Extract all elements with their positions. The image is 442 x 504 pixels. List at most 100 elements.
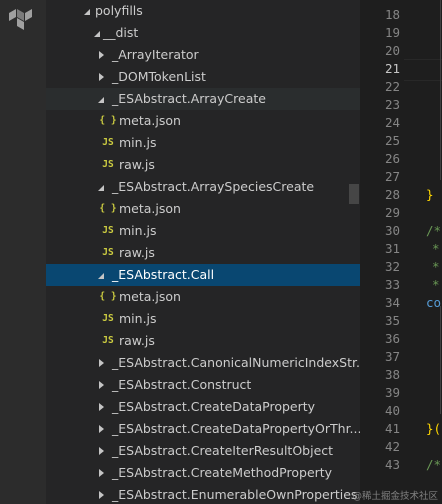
tree-file-row[interactable]: JS raw.js	[46, 242, 360, 264]
line-number: 39	[384, 385, 400, 400]
line-number: 31	[384, 241, 400, 256]
code-fragment: co	[426, 295, 442, 310]
file-explorer-tree: polyfills __dist _ArrayIterator _DOMTokenLi…	[46, 0, 360, 504]
line-number: 25	[384, 133, 400, 148]
tree-folder-row[interactable]: _ESAbstract.Call	[46, 264, 360, 286]
chevron-right-icon[interactable]	[96, 440, 106, 462]
line-number: 38	[384, 367, 400, 382]
tree-item-label: _ESAbstract.CreateDataProperty	[112, 399, 316, 414]
tree-file-row[interactable]: { } meta.json	[46, 198, 360, 220]
indent-guide	[440, 306, 441, 414]
line-number: 35	[384, 313, 400, 328]
line-number: 21	[384, 61, 400, 76]
line-number: 37	[384, 349, 400, 364]
chevron-down-icon[interactable]	[96, 264, 106, 286]
chevron-down-icon[interactable]	[96, 176, 106, 198]
tree-file-row[interactable]: { } meta.json	[46, 110, 360, 132]
tree-item-label: _ESAbstract.ArrayCreate	[112, 91, 266, 106]
line-number: 41	[384, 421, 400, 436]
line-number: 22	[384, 79, 400, 94]
chevron-right-icon[interactable]	[96, 44, 106, 66]
chevron-right-icon[interactable]	[96, 374, 106, 396]
tree-file-row[interactable]: JS min.js	[46, 132, 360, 154]
line-number: 42	[384, 439, 400, 454]
line-number: 20	[384, 43, 400, 58]
line-number: 26	[384, 151, 400, 166]
chevron-right-icon[interactable]	[96, 484, 106, 504]
tree-file-row[interactable]: JS min.js	[46, 220, 360, 242]
tree-item-label: meta.json	[119, 113, 181, 128]
watermark: @稀土掘金技术社区	[352, 491, 438, 502]
line-number: 32	[384, 259, 400, 274]
json-braces-icon: { }	[99, 291, 117, 302]
line-number: 19	[384, 25, 400, 40]
js-icon: JS	[102, 247, 114, 258]
tree-item-label: _ESAbstract.ArraySpeciesCreate	[112, 179, 315, 194]
line-number: 27	[384, 169, 400, 184]
tree-file-row[interactable]: JS min.js	[46, 308, 360, 330]
terraform-icon[interactable]	[8, 6, 34, 32]
js-icon: JS	[102, 335, 114, 346]
tree-folder-row[interactable]: _DOMTokenList	[46, 66, 360, 88]
code-fragment: *	[432, 259, 440, 274]
json-braces-icon: { }	[99, 115, 117, 126]
tree-item-label: _ESAbstract.Call	[112, 267, 215, 282]
code-editor[interactable]: 18 19 20 21 22 23 24 25 26 27 28 29 30 31 32 33 34 35 36 37…	[360, 0, 442, 504]
code-fragment: /*	[426, 223, 442, 238]
chevron-down-icon[interactable]	[92, 22, 102, 44]
json-braces-icon: { }	[99, 203, 117, 214]
line-number: 28	[384, 187, 400, 202]
tree-item-label: raw.js	[119, 333, 155, 348]
tree-item-label: raw.js	[119, 245, 155, 260]
tree-folder-row[interactable]: _ESAbstract.CreateDataProperty	[46, 396, 360, 418]
tree-item-label: __dist	[103, 25, 139, 40]
js-icon: JS	[102, 225, 114, 236]
js-icon: JS	[102, 159, 114, 170]
tree-folder-row[interactable]: _ESAbstract.ArraySpeciesCreate	[46, 176, 360, 198]
chevron-right-icon[interactable]	[96, 396, 106, 418]
line-number: 36	[384, 331, 400, 346]
chevron-right-icon[interactable]	[96, 462, 106, 484]
tree-item-label: min.js	[119, 223, 157, 238]
tree-item-label: _ESAbstract.CreateDataPropertyOrThr...	[112, 421, 360, 436]
tree-item-label: min.js	[119, 135, 157, 150]
tree-folder-row[interactable]: polyfills	[46, 0, 360, 22]
js-icon: JS	[102, 137, 114, 148]
chevron-right-icon[interactable]	[96, 66, 106, 88]
line-number: 24	[384, 115, 400, 130]
tree-file-row[interactable]: JS raw.js	[46, 154, 360, 176]
line-number: 29	[384, 205, 400, 220]
tree-folder-row[interactable]: _ESAbstract.CreateMethodProperty	[46, 462, 360, 484]
tree-folder-row[interactable]: _ESAbstract.EnumerableOwnProperties	[46, 484, 360, 504]
tree-folder-row[interactable]: _ESAbstract.CanonicalNumericIndexStr...	[46, 352, 360, 374]
tree-folder-row[interactable]: _ESAbstract.Construct	[46, 374, 360, 396]
line-number: 30	[384, 223, 400, 238]
tree-file-row[interactable]: { } meta.json	[46, 286, 360, 308]
chevron-right-icon[interactable]	[96, 352, 106, 374]
tree-item-label: _ESAbstract.CreateIterResultObject	[112, 443, 334, 458]
tree-item-label: raw.js	[119, 157, 155, 172]
code-fragment: }	[426, 187, 434, 202]
chevron-down-icon[interactable]	[82, 0, 92, 22]
tree-item-label: polyfills	[95, 3, 143, 18]
chevron-right-icon[interactable]	[96, 418, 106, 440]
tree-item-label: _ESAbstract.CreateMethodProperty	[112, 465, 333, 480]
tree-folder-row[interactable]: __dist	[46, 22, 360, 44]
line-number: 33	[384, 277, 400, 292]
tree-item-label: min.js	[119, 311, 157, 326]
tree-item-label: _ESAbstract.CanonicalNumericIndexStr...	[112, 355, 360, 370]
tree-folder-row[interactable]: _ESAbstract.CreateDataPropertyOrThr...	[46, 418, 360, 440]
chevron-down-icon[interactable]	[96, 88, 106, 110]
tree-file-row[interactable]: JS raw.js	[46, 330, 360, 352]
tree-item-label: meta.json	[119, 289, 181, 304]
line-number: 40	[384, 403, 400, 418]
line-number: 34	[384, 295, 400, 310]
explorer-scrollbar[interactable]	[349, 184, 359, 204]
indent-guide	[440, 0, 441, 180]
tree-folder-row[interactable]: _ESAbstract.CreateIterResultObject	[46, 440, 360, 462]
code-fragment: *	[432, 241, 440, 256]
tree-folder-row[interactable]: _ESAbstract.ArrayCreate	[46, 88, 360, 110]
current-line-highlight	[404, 59, 442, 81]
line-number: 23	[384, 97, 400, 112]
tree-folder-row[interactable]: _ArrayIterator	[46, 44, 360, 66]
